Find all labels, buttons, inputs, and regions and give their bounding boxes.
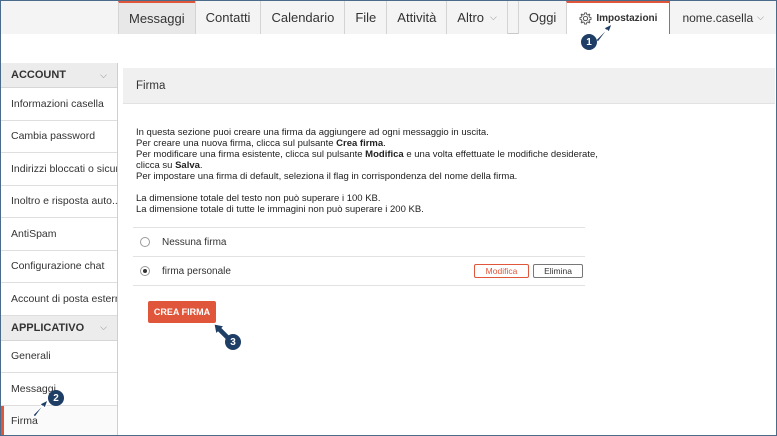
sidebar-item-antispam[interactable]: AntiSpam [1, 218, 117, 251]
desc-text: clicca su [136, 160, 176, 171]
sidebar-section-account[interactable]: ACCOUNT ⌵ [1, 63, 117, 88]
section-title: APPLICATIVO [11, 321, 85, 334]
signature-list: Nessuna firma firma personale Modifica E… [133, 227, 585, 286]
sidebar-item-firma[interactable]: Firma [1, 405, 117, 435]
sidebar-item-indirizzi-bloccati[interactable]: Indirizzi bloccati o sicuri [1, 153, 117, 186]
nav-tab-label: Contatti [205, 10, 251, 25]
signature-option-label: firma personale [162, 265, 231, 277]
sidebar-item-label: Configurazione chat [11, 260, 105, 273]
panel-header: Firma [123, 68, 775, 104]
callout-badge-2: 2 [48, 390, 64, 406]
main-nav: Messaggi Contatti Calendario File Attivi… [118, 1, 508, 34]
chevron-down-icon: ⌵ [757, 12, 764, 22]
page-title: Firma [136, 79, 166, 92]
sidebar-item-informazioni-casella[interactable]: Informazioni casella [1, 88, 117, 121]
nav-tab-label: Calendario [271, 10, 335, 25]
desc-line: Per modificare una firma esistente, clic… [136, 149, 606, 160]
desc-bold: Salva [175, 160, 200, 171]
sidebar-item-configurazione-chat[interactable]: Configurazione chat [1, 251, 117, 283]
sidebar-item-cambia-password[interactable]: Cambia password [1, 121, 117, 153]
sidebar-item-label: Informazioni casella [11, 97, 104, 110]
nav-right-group: Oggi Impostazioni nome.casella ⌵ [517, 1, 776, 34]
desc-text: Per modificare una firma esistente, clic… [136, 149, 366, 160]
chevron-down-icon: ⌵ [490, 12, 497, 22]
sidebar-item-label: AntiSpam [11, 227, 57, 240]
section-title: ACCOUNT [11, 69, 66, 81]
sidebar-section-applicativo[interactable]: APPLICATIVO ⌵ [1, 315, 117, 341]
desc-text: . [199, 160, 203, 171]
sidebar-item-label: Generali [11, 350, 51, 363]
app-window: Messaggi Contatti Calendario File Attivi… [0, 0, 777, 436]
sidebar-item-label: Cambia password [11, 130, 96, 143]
nav-tab-attivita[interactable]: Attività [386, 1, 447, 34]
nav-tab-file[interactable]: File [344, 1, 387, 34]
top-navigation-bar: Messaggi Contatti Calendario File Attivi… [1, 1, 776, 34]
desc-text: . [383, 138, 386, 149]
sidebar-item-account-esterni[interactable]: Account di posta esterni [1, 283, 117, 316]
nav-tab-label: Messaggi [129, 11, 185, 26]
desc-line: La dimensione totale del testo non può s… [136, 193, 381, 204]
edit-signature-button[interactable]: Modifica [474, 264, 529, 278]
sidebar-item-generali[interactable]: Generali [1, 341, 117, 373]
desc-text: e una volta effettuate le modifiche desi… [403, 149, 598, 160]
nav-tab-label: File [355, 10, 377, 25]
desc-line: Per creare una nuova firma, clicca sul p… [136, 138, 606, 149]
nav-tab-label: Altro [457, 10, 485, 25]
user-menu[interactable]: nome.casella ⌵ [670, 1, 776, 34]
today-button[interactable]: Oggi [517, 1, 567, 34]
chevron-down-icon: ⌵ [100, 322, 107, 332]
settings-button[interactable]: Impostazioni [566, 1, 671, 34]
desc-line: Per impostare una firma di default, sele… [136, 171, 518, 182]
signature-description: In questa sezione puoi creare una firma … [136, 127, 606, 215]
sidebar-item-label: Firma [11, 415, 38, 428]
sidebar-item-inoltro-risposta[interactable]: Inoltro e risposta auto... [1, 186, 117, 218]
delete-signature-button[interactable]: Elimina [533, 264, 583, 278]
sidebar-item-label: Inoltro e risposta auto... [11, 195, 117, 208]
desc-line: clicca su Salva. [136, 160, 606, 171]
desc-bold: Crea firma [336, 138, 384, 149]
today-label: Oggi [528, 10, 557, 25]
user-name: nome.casella [682, 10, 754, 25]
radio-button-selected[interactable] [140, 266, 150, 276]
nav-tab-label: Attività [397, 10, 437, 25]
callout-badge-1: 1 [581, 34, 597, 50]
radio-button[interactable] [140, 237, 150, 247]
desc-line: In questa sezione puoi creare una firma … [136, 127, 489, 138]
nav-tab-contatti[interactable]: Contatti [194, 1, 261, 34]
gear-icon [579, 12, 592, 25]
nav-tab-altro[interactable]: Altro ⌵ [446, 1, 508, 34]
desc-text: Per creare una nuova firma, clicca sul p… [136, 138, 337, 149]
chevron-down-icon: ⌵ [100, 69, 107, 80]
callout-badge-3: 3 [225, 334, 241, 350]
desc-bold: Modifica [365, 149, 404, 160]
settings-sidebar: ACCOUNT ⌵ Informazioni casella Cambia pas… [1, 63, 118, 435]
desc-line: La dimensione totale di tutte le immagin… [136, 204, 424, 215]
signature-option-none[interactable]: Nessuna firma [133, 228, 585, 257]
signature-option-label: Nessuna firma [162, 236, 227, 248]
topbar-spacer [1, 1, 118, 34]
signature-option-personal[interactable]: firma personale Modifica Elimina [133, 257, 585, 286]
sidebar-item-label: Indirizzi bloccati o sicuri [11, 162, 117, 175]
create-signature-button[interactable]: CREA FIRMA [148, 301, 216, 323]
desc-gap [136, 182, 606, 193]
nav-tab-calendario[interactable]: Calendario [260, 1, 345, 34]
nav-tab-messaggi[interactable]: Messaggi [118, 1, 195, 34]
sidebar-item-label: Account di posta esterni [11, 292, 117, 305]
